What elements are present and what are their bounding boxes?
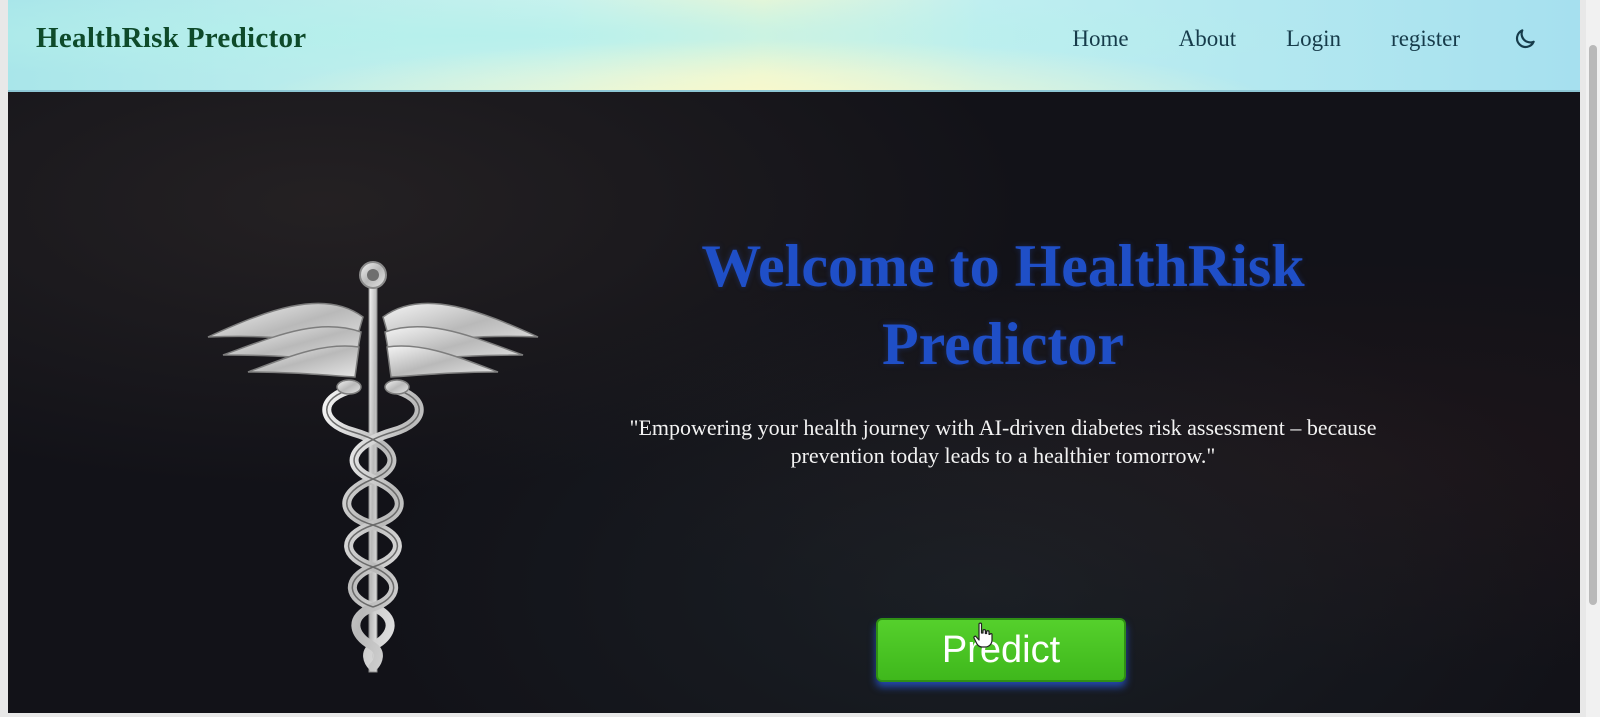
nav-link-login[interactable]: Login xyxy=(1286,26,1341,52)
vertical-scrollbar[interactable] xyxy=(1586,0,1600,717)
hero-section: Welcome to HealthRisk Predictor "Empower… xyxy=(8,92,1580,713)
nav-link-home[interactable]: Home xyxy=(1072,26,1128,52)
nav-link-about[interactable]: About xyxy=(1179,26,1237,52)
hero-tagline: "Empowering your health journey with AI-… xyxy=(629,415,1377,468)
caduceus-icon xyxy=(207,261,539,673)
theme-toggle-button[interactable] xyxy=(1510,24,1540,54)
screen: HealthRisk Predictor Home About Login re… xyxy=(0,0,1600,717)
hero-title: Welcome to HealthRisk Predictor xyxy=(701,233,1305,377)
app-window: HealthRisk Predictor Home About Login re… xyxy=(8,0,1580,713)
brand-logo-text[interactable]: HealthRisk Predictor xyxy=(36,22,306,55)
navbar: HealthRisk Predictor Home About Login re… xyxy=(8,0,1580,92)
hand-cursor-icon xyxy=(973,622,993,648)
moon-icon xyxy=(1515,29,1535,49)
scrollbar-thumb[interactable] xyxy=(1589,45,1597,605)
nav-link-register[interactable]: register xyxy=(1391,26,1460,52)
predict-button[interactable]: Predict xyxy=(876,618,1126,682)
nav-links: Home About Login register xyxy=(1022,24,1540,54)
